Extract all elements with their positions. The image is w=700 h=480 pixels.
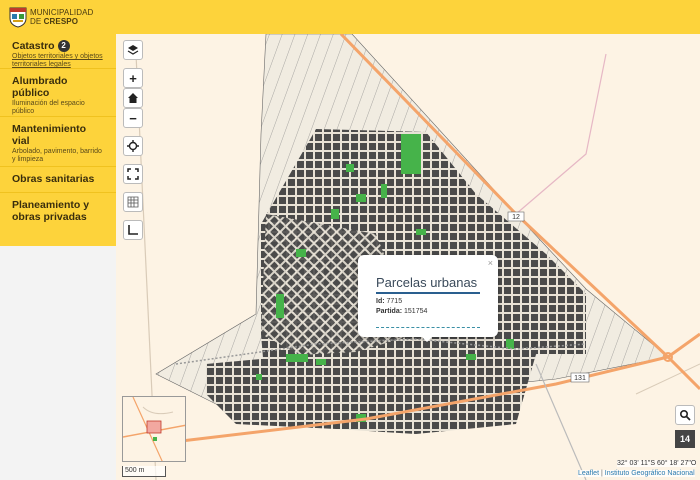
sidebar-item-subtitle: Arbolado, pavimento, barrido y limpieza [12, 148, 102, 163]
sidebar-item-subtitle: Iluminación del espacio público [12, 100, 85, 115]
measure-button[interactable] [123, 220, 143, 240]
id-label: Id: [376, 298, 385, 305]
layers-icon [127, 45, 139, 55]
home-icon [128, 93, 138, 103]
sidebar-item-title: Planeamiento y obras privadas [12, 199, 90, 223]
popup-title-underline [376, 292, 480, 294]
fullscreen-button[interactable] [123, 164, 143, 184]
popup-title: Parcelas urbanas [376, 275, 478, 290]
leaflet-link[interactable]: Leaflet [578, 470, 599, 477]
search-icon [679, 409, 691, 421]
brand-line-1: MUNICIPALIDAD [30, 8, 94, 17]
sidebar-item-title: Obras sanitarias [12, 173, 95, 185]
app-header: MUNICIPALIDAD DE CRESPO [0, 0, 700, 34]
crosshair-icon [127, 140, 139, 152]
id-value: 7715 [386, 298, 403, 305]
popup-id-row: Id: 7715 [376, 298, 402, 305]
zoom-out-button[interactable]: − [123, 108, 143, 128]
minimap-view [123, 397, 185, 461]
count-badge: 2 [57, 40, 70, 53]
partida-label: Partida: [376, 308, 403, 315]
brand-prefix: DE [30, 17, 44, 26]
sidebar-item-title: Catastro 2 [12, 40, 104, 53]
grid-button[interactable] [123, 192, 143, 212]
brand-city: CRESPO [43, 17, 79, 26]
popup-partida-row: Partida: 151754 [376, 308, 427, 315]
sidebar-item-planeamiento[interactable]: Planeamiento y obras privadas [0, 193, 116, 236]
parcel-popup: × Parcelas urbanas Id: 7715 Partida: 151… [358, 255, 498, 342]
close-icon[interactable]: × [488, 258, 493, 268]
home-button[interactable] [123, 88, 143, 108]
map-attribution: Leaflet | Instituto Geográfico Nacional [578, 470, 695, 477]
brand-name[interactable]: MUNICIPALIDAD DE CRESPO [30, 8, 93, 26]
popup-divider [376, 327, 480, 328]
fullscreen-icon [127, 168, 139, 180]
coordinates-readout: 32° 03' 11"S 60° 18' 27"O [617, 460, 697, 467]
search-button[interactable] [675, 405, 695, 425]
sidebar-item-title: Mantenimiento vial [12, 123, 87, 147]
sidebar-item-mantenimiento[interactable]: Mantenimiento vial Arbolado, pavimento, … [0, 117, 116, 167]
popup-tip [420, 335, 434, 342]
minimap[interactable] [122, 396, 186, 462]
zoom-in-button[interactable]: + [123, 68, 143, 88]
sidebar-item-alumbrado[interactable]: Alumbrado público Iluminación del espaci… [0, 69, 116, 117]
layers-button[interactable] [123, 40, 143, 60]
ign-link[interactable]: Instituto Geográfico Nacional [605, 470, 695, 477]
ruler-icon [128, 225, 138, 235]
zoom-level-badge: 14 [675, 430, 695, 448]
sidebar-item-title: Alumbrado público [12, 75, 68, 99]
locate-button[interactable] [123, 136, 143, 156]
sidebar-empty-area [0, 246, 116, 480]
partida-value: 151754 [404, 308, 428, 315]
route-label-12: 12 [512, 214, 520, 221]
sidebar-item-catastro[interactable]: Catastro 2 Objetos territoriales y objeto… [0, 34, 116, 69]
scale-bar: 500 m [122, 466, 166, 477]
grid-icon [127, 196, 139, 208]
sidebar-item-obras-sanitarias[interactable]: Obras sanitarias [0, 167, 116, 193]
route-label-131: 131 [574, 375, 586, 382]
catastro-label: Catastro [12, 40, 55, 52]
brand-line-2: DE CRESPO [30, 17, 93, 26]
sidebar: Catastro 2 Objetos territoriales y objeto… [0, 34, 116, 480]
municipal-shield-logo [9, 7, 27, 28]
sidebar-item-subtitle[interactable]: Objetos territoriales y objetos territor… [12, 53, 104, 69]
